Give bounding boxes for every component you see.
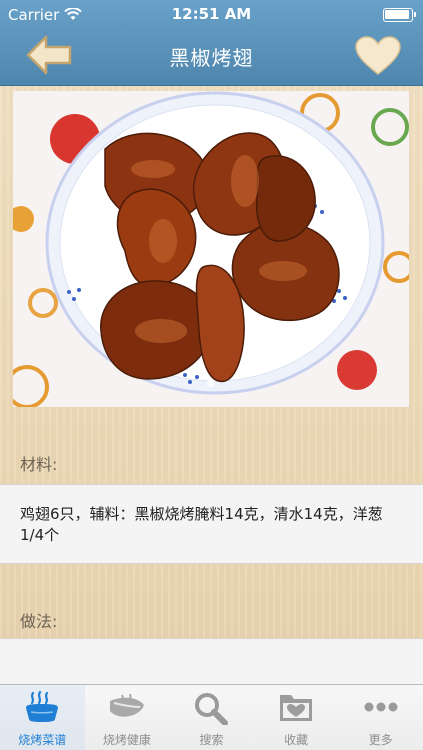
recipe-photo-image xyxy=(13,91,409,407)
tab-grill-health[interactable]: 烧烤健康 xyxy=(85,685,170,750)
materials-box: 鸡翅6只，辅料：黑椒烧烤腌料14克，清水14克，洋葱1/4个 xyxy=(0,484,423,564)
tab-label: 烧烤健康 xyxy=(102,733,151,747)
tab-label: 烧烤菜谱 xyxy=(18,733,67,747)
method-box xyxy=(0,638,423,688)
status-time: 12:51 AM xyxy=(171,5,252,23)
tab-bar: 烧烤菜谱 烧烤健康 搜索 收藏 更多 xyxy=(0,684,423,750)
health-icon xyxy=(109,693,144,717)
recipe-photo xyxy=(13,91,409,407)
tab-favorites[interactable]: 收藏 xyxy=(254,685,339,750)
materials-label: 材料: xyxy=(20,455,58,474)
tab-label: 收藏 xyxy=(284,733,309,747)
favorites-folder-icon xyxy=(280,695,313,721)
more-dots-icon xyxy=(364,702,398,712)
heart-icon[interactable] xyxy=(354,36,402,76)
grill-icon xyxy=(26,691,59,722)
tab-more[interactable]: 更多 xyxy=(338,685,423,750)
tab-grill-recipes[interactable]: 烧烤菜谱 xyxy=(0,685,85,750)
status-bar: Carrier 12:51 AM xyxy=(0,0,423,30)
materials-text: 鸡翅6只，辅料：黑椒烧烤腌料14克，清水14克，洋葱1/4个 xyxy=(20,505,383,544)
method-label: 做法: xyxy=(20,612,58,631)
tab-label: 更多 xyxy=(368,733,393,747)
app-screen: Carrier 12:51 AM 黑椒烤翅 材料: 鸡翅6只，辅料：黑椒烧烤腌料… xyxy=(0,0,423,750)
tab-label: 搜索 xyxy=(199,733,224,747)
tab-search[interactable]: 搜索 xyxy=(169,685,254,750)
battery-icon xyxy=(383,8,416,22)
search-icon xyxy=(195,693,229,725)
navigation-bar: Carrier 12:51 AM 黑椒烤翅 xyxy=(0,0,423,86)
